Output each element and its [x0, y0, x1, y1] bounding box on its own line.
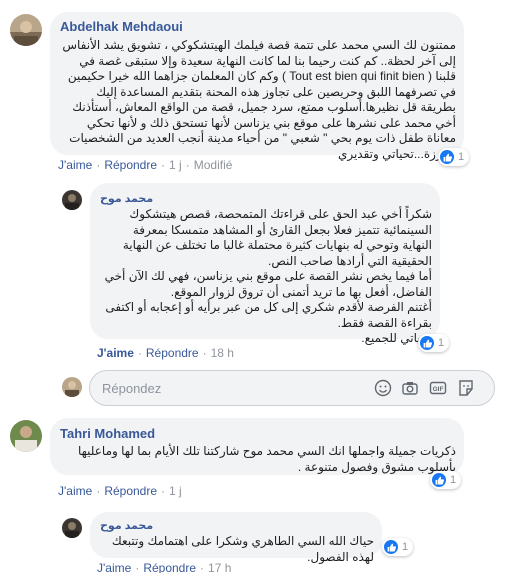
avatar: [62, 377, 82, 397]
avatar[interactable]: [62, 518, 82, 538]
reaction-number: 1: [450, 474, 457, 486]
avatar-photo: [10, 14, 42, 46]
reply-placeholder: Répondez: [102, 381, 162, 396]
reaction-number: 1: [402, 541, 409, 553]
comment-bubble: محمد موح شكراً أخي عبد الحق على قراءتك ا…: [90, 183, 440, 345]
reply-link[interactable]: Répondre: [143, 561, 196, 573]
timestamp[interactable]: 1 j: [169, 484, 182, 498]
like-icon: [384, 540, 398, 554]
comment-bubble: Tahri Mohamed ذكريات جميلة واجملها انك ا…: [50, 418, 464, 475]
like-link[interactable]: J'aime: [58, 484, 92, 498]
like-link[interactable]: J'aime: [97, 346, 134, 360]
comment-bubble: محمد موح حياك الله السي الطاهري وشكرا عل…: [90, 512, 382, 564]
reaction-count[interactable]: 1: [430, 471, 462, 489]
comment-actions: J'aime · Répondre · 17 h: [97, 561, 232, 573]
like-icon: [420, 336, 434, 350]
comment-text: ذكريات جميلة واجملها انك السي محمد موح ش…: [77, 444, 456, 474]
reply-link[interactable]: Répondre: [104, 158, 157, 172]
comment-author[interactable]: Abdelhak Mehdaoui: [60, 19, 183, 34]
reaction-number: 1: [458, 151, 465, 163]
comment-author[interactable]: محمد موح: [100, 519, 153, 532]
comment-author[interactable]: Tahri Mohamed: [60, 426, 155, 441]
comment-text: شكراً أخي عبد الحق على قراءتك المتمحصة، …: [104, 207, 432, 345]
reaction-count[interactable]: 1: [418, 334, 450, 352]
like-icon: [440, 150, 454, 164]
avatar-photo: [62, 190, 82, 210]
reaction-count[interactable]: 1: [382, 538, 414, 556]
reaction-number: 1: [438, 337, 445, 349]
avatar-photo: [62, 377, 82, 397]
timestamp[interactable]: 18 h: [211, 346, 234, 360]
avatar[interactable]: [10, 420, 42, 452]
timestamp[interactable]: 17 h: [208, 561, 231, 573]
comment-actions: J'aime · Répondre · 1 j: [58, 484, 182, 498]
avatar[interactable]: [10, 14, 42, 46]
avatar-photo: [10, 420, 42, 452]
reaction-count[interactable]: 1: [438, 148, 470, 166]
reply-input[interactable]: Répondez GIF: [89, 370, 495, 406]
reply-link[interactable]: Répondre: [146, 346, 199, 360]
comment-actions: J'aime · Répondre · 1 j · Modifié: [58, 158, 233, 172]
camera-icon[interactable]: [401, 379, 419, 397]
like-icon: [432, 473, 446, 487]
svg-text:GIF: GIF: [433, 386, 444, 393]
timestamp[interactable]: 1 j: [169, 158, 182, 172]
avatar-photo: [62, 518, 82, 538]
reply-link[interactable]: Répondre: [104, 484, 157, 498]
comment-bubble: Abdelhak Mehdaoui ممتنون لك السي محمد عل…: [50, 12, 464, 161]
avatar[interactable]: [62, 190, 82, 210]
gif-icon[interactable]: GIF: [429, 379, 447, 397]
edited-label[interactable]: Modifié: [194, 158, 233, 172]
comment-text: ممتنون لك السي محمد على تتمة قصة فيلمك ا…: [62, 38, 456, 161]
sticker-icon[interactable]: [457, 379, 475, 397]
like-link[interactable]: J'aime: [58, 158, 92, 172]
comment-author[interactable]: محمد موح: [100, 192, 153, 205]
comment-actions: J'aime · Répondre · 18 h: [97, 346, 234, 360]
like-link[interactable]: J'aime: [97, 561, 131, 573]
emoji-icon[interactable]: [374, 379, 392, 397]
